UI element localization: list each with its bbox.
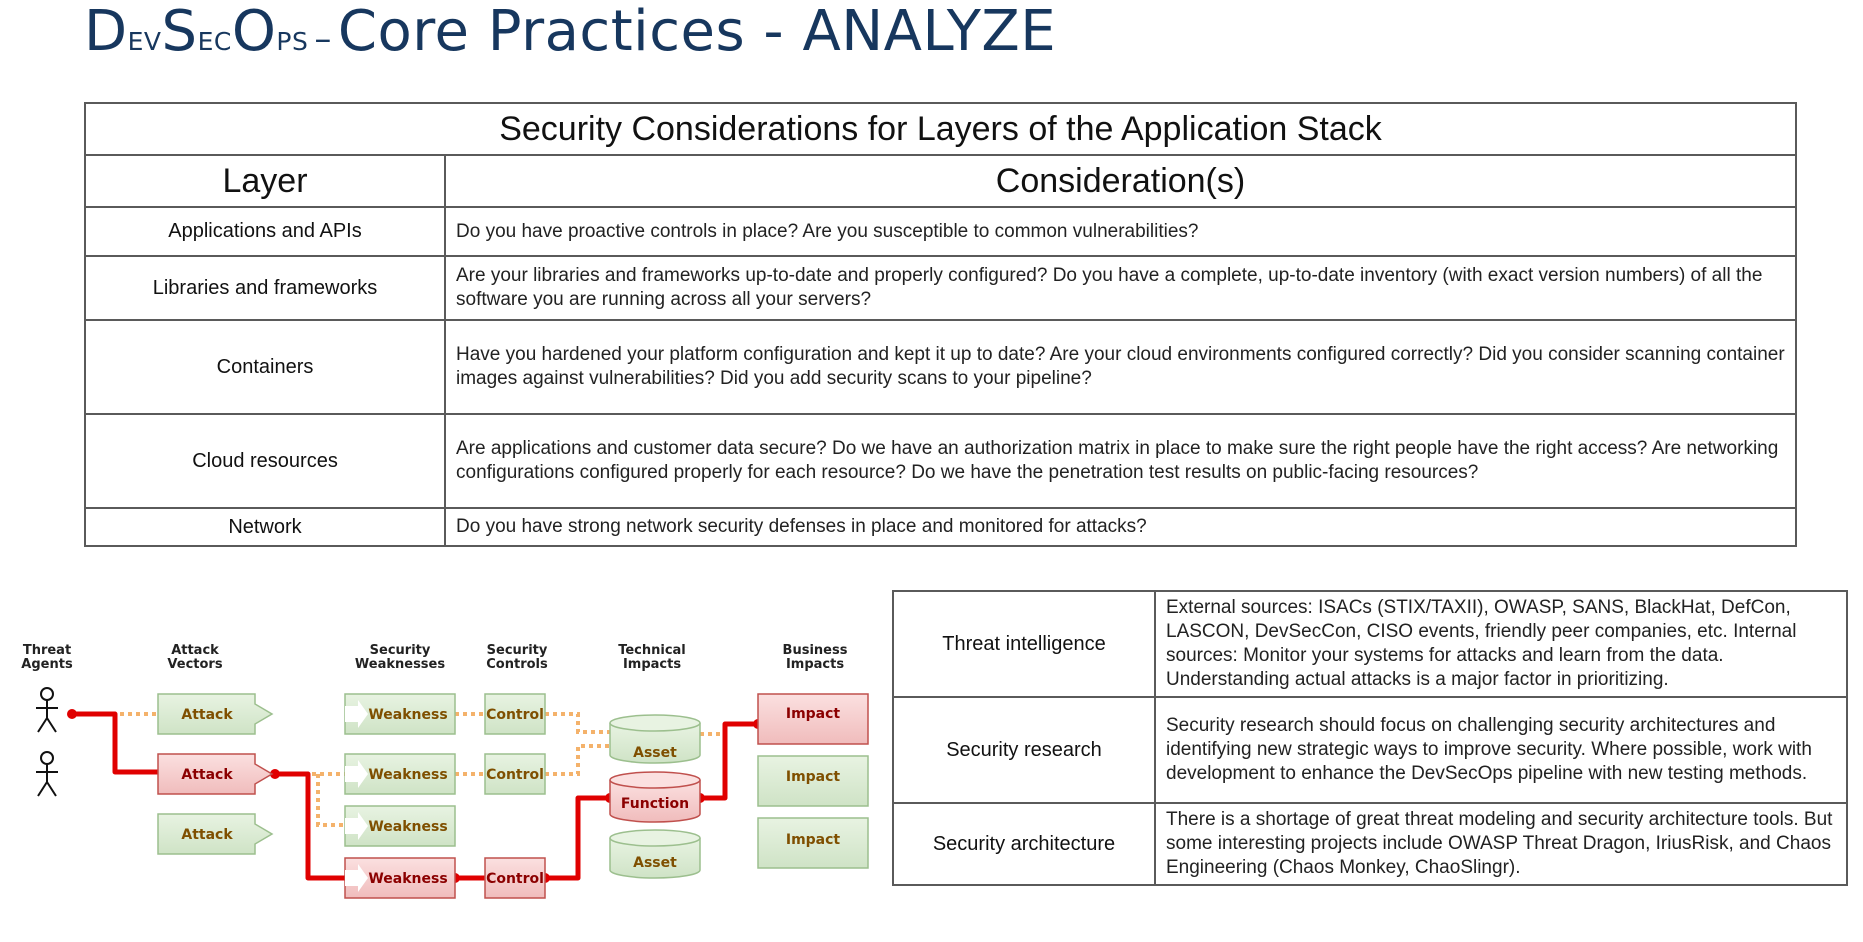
practice-description-cell: There is a shortage of great threat mode… bbox=[1154, 802, 1848, 886]
attack-label: Attack bbox=[181, 767, 233, 783]
practices-table: Threat intelligence External sources: IS… bbox=[892, 590, 1848, 886]
asset-cylinder-1: Asset bbox=[609, 714, 701, 764]
layer-cell: Applications and APIs bbox=[84, 206, 446, 257]
weakness-2: Weakness bbox=[344, 753, 456, 795]
control-3: Control bbox=[484, 857, 546, 899]
layer-cell: Libraries and frameworks bbox=[84, 255, 446, 321]
control-1: Control bbox=[484, 693, 546, 735]
threat-flow-diagram: Threat Agents Attack Vectors Security Weakn… bbox=[21, 643, 869, 899]
asset-label: Asset bbox=[633, 855, 677, 871]
control-label: Control bbox=[486, 707, 544, 723]
column-header-considerations: Consideration(s) bbox=[444, 154, 1797, 208]
practice-name-cell: Security architecture bbox=[892, 802, 1156, 886]
layers-table-caption: Security Considerations for Layers of th… bbox=[84, 102, 1797, 156]
function-label: Function bbox=[621, 796, 689, 812]
asset-label: Asset bbox=[633, 745, 677, 761]
practice-name-cell: Security research bbox=[892, 696, 1156, 804]
practice-name-cell: Threat intelligence bbox=[892, 590, 1156, 698]
attack-vector-3: Attack bbox=[157, 813, 274, 855]
consideration-cell: Are your libraries and frameworks up-to-… bbox=[444, 255, 1797, 321]
table-row: Libraries and frameworks Are your librar… bbox=[84, 255, 1797, 321]
table-row: Containers Have you hardened your platfo… bbox=[84, 319, 1797, 415]
consideration-cell: Do you have proactive controls in place?… bbox=[444, 206, 1797, 257]
threat-agent-icon bbox=[36, 687, 58, 733]
impact-3: Impact bbox=[757, 817, 869, 869]
layers-table: Security Considerations for Layers of th… bbox=[84, 102, 1797, 547]
header-security-weaknesses: Security Weaknesses bbox=[355, 643, 445, 672]
layer-cell: Network bbox=[84, 507, 446, 547]
attack-label: Attack bbox=[181, 827, 233, 843]
attack-vector-1: Attack bbox=[157, 693, 274, 735]
impact-label: Impact bbox=[786, 832, 841, 848]
table-row: Network Do you have strong network secur… bbox=[84, 507, 1797, 547]
weakness-label: Weakness bbox=[368, 871, 447, 887]
table-row: Applications and APIs Do you have proact… bbox=[84, 206, 1797, 257]
weakness-1: Weakness bbox=[344, 693, 456, 735]
consideration-cell: Are applications and customer data secur… bbox=[444, 413, 1797, 509]
asset-cylinder-2: Asset bbox=[609, 829, 701, 879]
practice-description-cell: External sources: ISACs (STIX/TAXII), OW… bbox=[1154, 590, 1848, 698]
weakness-3: Weakness bbox=[344, 805, 456, 847]
function-cylinder: Function bbox=[609, 771, 701, 823]
threat-agent-icon bbox=[36, 751, 58, 797]
layer-cell: Cloud resources bbox=[84, 413, 446, 509]
header-technical-impacts: Technical Impacts bbox=[618, 643, 686, 672]
control-2: Control bbox=[484, 753, 546, 795]
impact-1: Impact bbox=[757, 693, 869, 745]
impact-label: Impact bbox=[786, 706, 841, 722]
consideration-cell: Do you have strong network security defe… bbox=[444, 507, 1797, 547]
weakness-label: Weakness bbox=[368, 707, 447, 723]
control-label: Control bbox=[486, 767, 544, 783]
impact-label: Impact bbox=[786, 769, 841, 785]
table-row: Threat intelligence External sources: IS… bbox=[892, 590, 1848, 698]
table-row: Cloud resources Are applications and cus… bbox=[84, 413, 1797, 509]
layer-cell: Containers bbox=[84, 319, 446, 415]
practice-description-cell: Security research should focus on challe… bbox=[1154, 696, 1848, 804]
impact-2: Impact bbox=[757, 755, 869, 807]
consideration-cell: Have you hardened your platform configur… bbox=[444, 319, 1797, 415]
header-security-controls: Security Controls bbox=[486, 643, 548, 672]
table-row: Security architecture There is a shortag… bbox=[892, 802, 1848, 886]
header-attack-vectors: Attack Vectors bbox=[167, 643, 222, 672]
column-header-layer: Layer bbox=[84, 154, 446, 208]
weakness-label: Weakness bbox=[368, 819, 447, 835]
brand-name: DevSecOps bbox=[84, 0, 309, 64]
weakness-label: Weakness bbox=[368, 767, 447, 783]
title-text: Core Practices - ANALYZE bbox=[337, 0, 1057, 64]
attack-label: Attack bbox=[181, 707, 233, 723]
title-dash: – bbox=[314, 19, 332, 59]
attack-vector-2: Attack bbox=[157, 753, 274, 795]
control-label: Control bbox=[486, 871, 544, 887]
weakness-4: Weakness bbox=[344, 857, 456, 899]
table-row: Security research Security research shou… bbox=[892, 696, 1848, 804]
page-title: DevSecOps – Core Practices - ANALYZE bbox=[84, 0, 1056, 70]
header-business-impacts: Business Impacts bbox=[783, 643, 848, 672]
header-threat-agents: Threat Agents bbox=[21, 643, 73, 672]
